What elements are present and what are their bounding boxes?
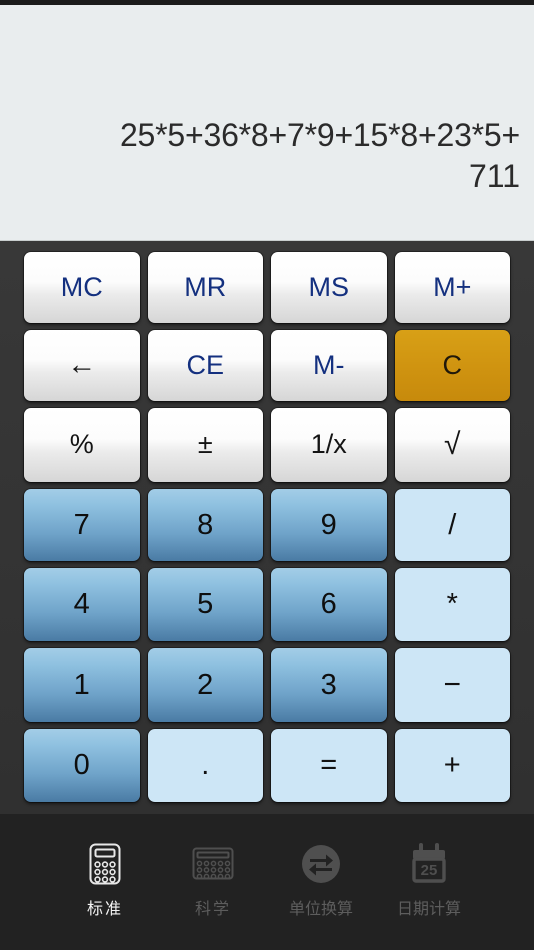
key-label: MR	[184, 271, 227, 302]
key-label: 4	[73, 588, 90, 621]
digit-0-key[interactable]: 0	[24, 729, 140, 803]
keypad-row: MC MR MS M+	[24, 252, 510, 323]
percent-key[interactable]: %	[24, 407, 140, 482]
key-label: ±	[197, 429, 213, 460]
reciprocal-key[interactable]: 1/x	[271, 407, 387, 482]
memory-subtract-key[interactable]: M-	[271, 329, 387, 401]
digit-5-key[interactable]: 5	[147, 568, 263, 642]
keypad-row: % ±1/x √	[24, 407, 510, 482]
digit-1-key[interactable]: 1	[24, 648, 140, 723]
calculator-wide-icon	[191, 842, 235, 886]
key-label: 3	[320, 668, 337, 701]
divide-key[interactable]: /	[394, 488, 510, 562]
equals-key[interactable]: =	[271, 729, 387, 803]
memory-store-key[interactable]: MS	[271, 252, 387, 323]
key-label: /	[448, 508, 457, 541]
key-label: √	[444, 427, 461, 461]
calculator-display: 25*5+36*8+7*9+15*8+23*5+ 711	[0, 5, 534, 241]
swap-arrows-icon	[300, 842, 342, 886]
tab-unit-conversion[interactable]: 单位换算	[267, 842, 375, 919]
tab-date-calculation[interactable]: 25 日期计算	[375, 842, 483, 919]
svg-text:25: 25	[421, 862, 438, 879]
result-text: 711	[468, 158, 520, 195]
key-label: +	[443, 749, 461, 782]
decimal-point-key[interactable]: .	[147, 729, 263, 803]
digit-9-key[interactable]: 9	[271, 488, 387, 562]
key-label: *	[446, 588, 458, 621]
key-label: M+	[433, 271, 472, 302]
backspace-key[interactable]: ←	[24, 329, 140, 401]
add-key[interactable]: +	[394, 729, 510, 803]
tab-scientific[interactable]: 科学	[159, 842, 267, 919]
key-label: 5	[197, 588, 214, 621]
tab-standard[interactable]: 标准	[51, 842, 159, 919]
keypad: MC MR MS M+ ← CE M- C% ±1/x √ 7 8 9 / 4 5 6 * 1 2 3 − 0. = +	[0, 241, 534, 814]
key-label: MC	[60, 271, 103, 302]
key-label: =	[320, 749, 338, 782]
tab-label: 标准	[86, 901, 123, 918]
key-label: ←	[67, 348, 97, 381]
clear-key[interactable]: C	[394, 329, 510, 401]
bottom-tab-bar: 标准 科学 单位换算 25 日期计算	[0, 814, 534, 950]
keypad-row: 0. = +	[24, 729, 510, 803]
key-label: C	[442, 349, 463, 380]
keypad-row: ← CE M- C	[24, 329, 510, 401]
clear-entry-key[interactable]: CE	[147, 329, 263, 401]
sign-toggle-key[interactable]: ±	[147, 407, 263, 482]
memory-recall-key[interactable]: MR	[147, 252, 263, 323]
key-label: −	[443, 668, 462, 702]
key-label: 6	[320, 588, 337, 621]
digit-6-key[interactable]: 6	[271, 568, 387, 642]
expression-text: 25*5+36*8+7*9+15*8+23*5+	[119, 116, 520, 153]
key-label: CE	[186, 349, 224, 380]
keypad-row: 1 2 3 −	[24, 648, 510, 723]
key-label: 8	[197, 508, 214, 541]
digit-2-key[interactable]: 2	[147, 648, 263, 723]
multiply-key[interactable]: *	[394, 568, 510, 642]
key-label: M-	[313, 349, 345, 380]
digit-3-key[interactable]: 3	[271, 648, 387, 723]
tab-label: 日期计算	[396, 901, 461, 918]
key-label: .	[201, 749, 210, 782]
memory-add-key[interactable]: M+	[394, 252, 510, 323]
digit-4-key[interactable]: 4	[24, 568, 140, 642]
memory-clear-key[interactable]: MC	[24, 252, 140, 323]
key-label: 7	[73, 508, 90, 541]
square-root-key[interactable]: √	[394, 407, 510, 482]
key-label: 0	[73, 749, 90, 782]
tab-label: 单位换算	[288, 901, 353, 918]
tab-label: 科学	[194, 901, 231, 918]
calculator-app: 25*5+36*8+7*9+15*8+23*5+ 711 MC MR MS M+ ← CE…	[0, 0, 534, 950]
subtract-key[interactable]: −	[394, 648, 510, 723]
calendar-25-icon: 25	[408, 842, 450, 886]
digit-8-key[interactable]: 8	[147, 488, 263, 562]
calculator-tall-icon	[88, 842, 122, 886]
key-label: 1	[73, 668, 90, 701]
keypad-row: 7 8 9 /	[24, 488, 510, 562]
key-label: %	[69, 429, 94, 460]
key-label: 9	[320, 508, 337, 541]
key-label: MS	[308, 271, 350, 302]
key-label: 1/x	[310, 429, 347, 460]
key-label: 2	[197, 668, 214, 701]
digit-7-key[interactable]: 7	[24, 488, 140, 562]
keypad-row: 4 5 6 *	[24, 568, 510, 642]
